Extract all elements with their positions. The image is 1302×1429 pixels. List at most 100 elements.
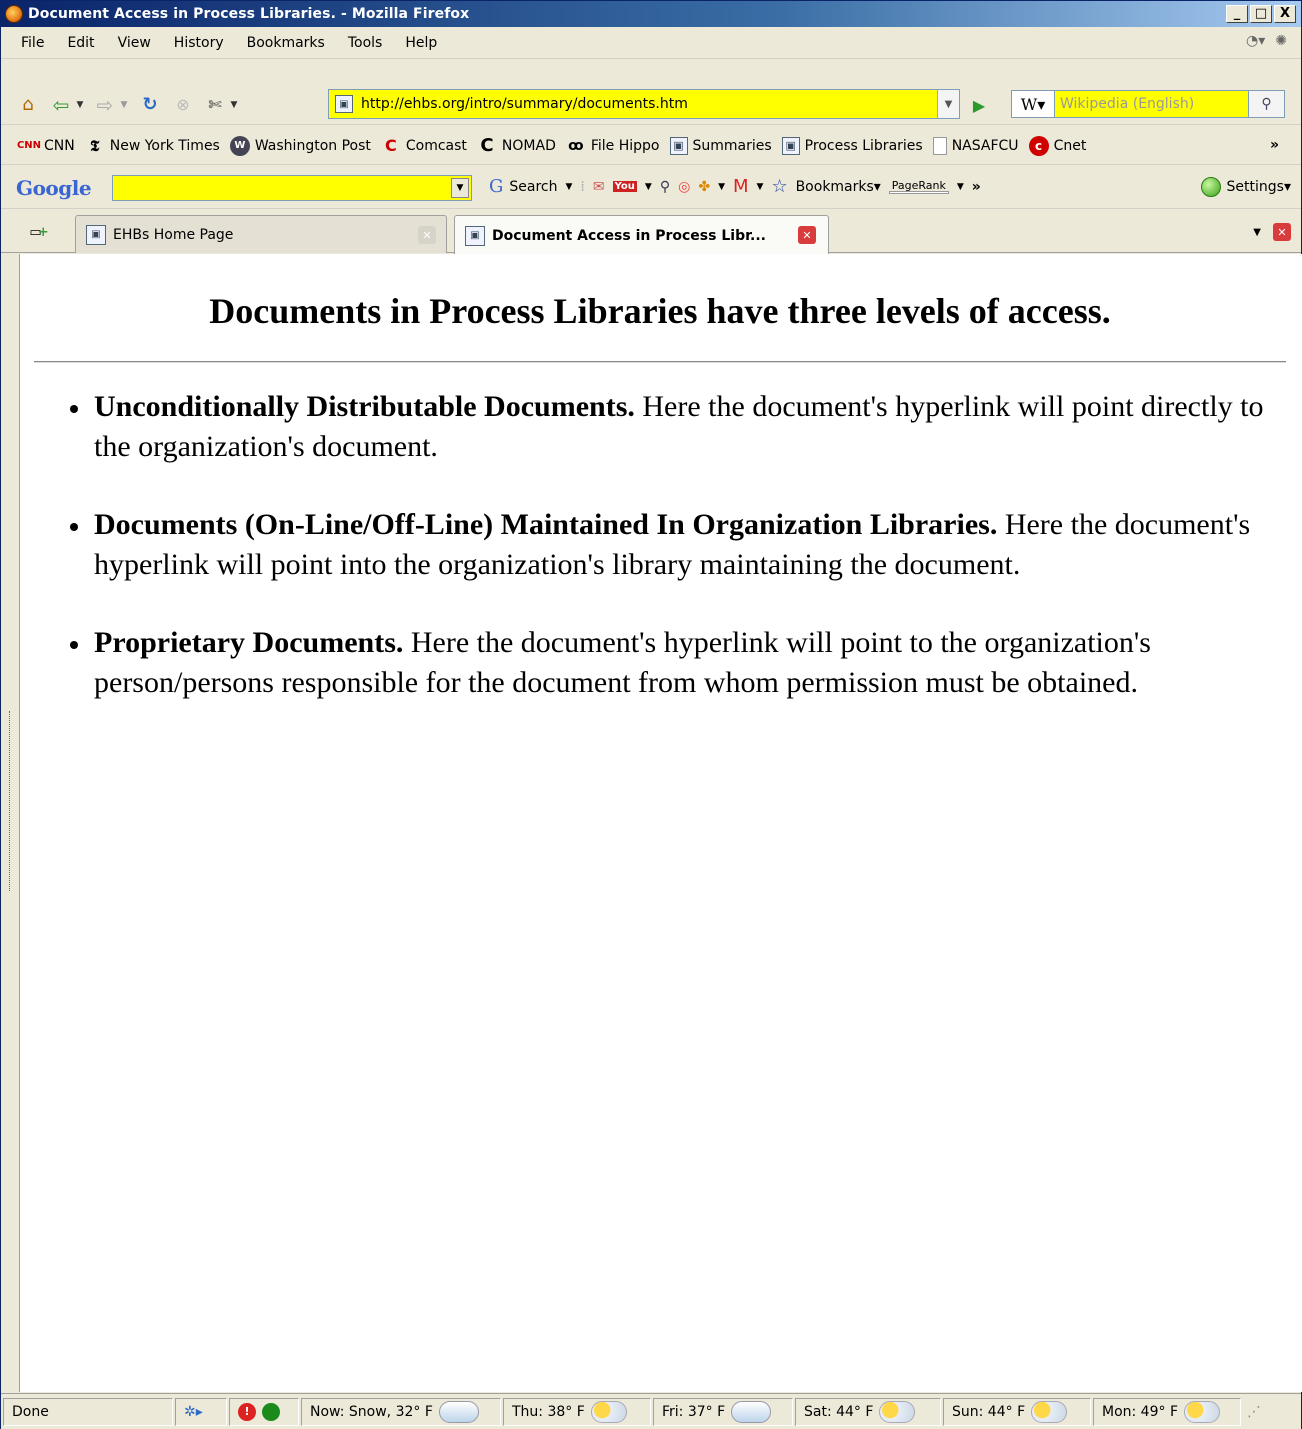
forward-history-dropdown[interactable]: ▼ xyxy=(117,92,131,118)
addon-status-icon[interactable]: ✲▸ xyxy=(175,1397,227,1426)
weather-thu[interactable]: Thu: 38° F xyxy=(503,1397,651,1426)
menu-tools[interactable]: Tools xyxy=(348,35,383,51)
menu-edit[interactable]: Edit xyxy=(67,35,94,51)
maximize-button[interactable]: □ xyxy=(1250,5,1272,23)
stop-icon[interactable]: ⊗ xyxy=(171,92,195,118)
settings-button[interactable]: Settings ▾ xyxy=(1200,177,1291,197)
go-button[interactable]: ▶ xyxy=(965,93,993,117)
youtube-dropdown[interactable]: ▼ xyxy=(645,182,652,192)
news-icon[interactable]: ✉ xyxy=(593,179,605,195)
page-icon: ▣ xyxy=(781,136,800,155)
spiral-icon[interactable]: ◎ xyxy=(678,179,690,195)
bookmarks-overflow-button[interactable]: » xyxy=(1270,137,1279,153)
menu-file[interactable]: File xyxy=(21,35,44,51)
snow-cloud-icon xyxy=(438,1400,479,1423)
partly-sunny-icon xyxy=(1184,1400,1221,1423)
wikipedia-engine-icon[interactable]: W▾ xyxy=(1011,90,1055,118)
weather-fri[interactable]: Fri: 37° F xyxy=(653,1397,793,1426)
puzzle-icon[interactable]: ✤ xyxy=(698,179,710,195)
pagerank-indicator[interactable]: PageRank xyxy=(888,180,949,194)
menu-help[interactable]: Help xyxy=(405,35,437,51)
back-history-dropdown[interactable]: ▼ xyxy=(73,92,87,118)
reload-icon[interactable]: ↻ xyxy=(137,92,163,118)
access-levels-list: Unconditionally Distributable Documents.… xyxy=(70,387,1294,741)
pagerank-dropdown[interactable]: ▼ xyxy=(957,182,964,192)
alert-icon[interactable]: ! xyxy=(238,1402,256,1421)
sidebar-grip[interactable] xyxy=(9,711,15,891)
google-bookmarks-button[interactable]: Bookmarks ▾ xyxy=(796,179,881,195)
home-icon[interactable]: ⌂ xyxy=(15,92,41,118)
online-status-icon[interactable] xyxy=(262,1402,280,1421)
browser-window: Document Access in Process Libraries. - … xyxy=(0,0,1302,1429)
google-search-dropdown[interactable]: ▼ xyxy=(451,178,469,198)
status-text: Done xyxy=(3,1397,173,1426)
bookmark-nomad[interactable]: C NOMAD xyxy=(477,135,556,156)
resize-grip-icon[interactable]: ⋰ xyxy=(1247,1404,1261,1420)
title-bar: Document Access in Process Libraries. - … xyxy=(1,1,1301,27)
google-logo[interactable]: Google xyxy=(16,176,92,200)
bookmark-wapo[interactable]: W Washington Post xyxy=(229,135,371,156)
bookmark-filehippo[interactable]: ꝏ File Hippo xyxy=(566,136,659,156)
bookmark-summaries[interactable]: ▣ Summaries xyxy=(669,136,772,155)
rain-cloud-icon xyxy=(731,1400,772,1423)
google-toolbar: Google ▼ G Search ▼ ⁞ ✉ You ▼ ⚲ ◎ ✤ ▼ M ▼… xyxy=(1,167,1301,209)
menu-bar: File Edit View History Bookmarks Tools H… xyxy=(1,27,1301,59)
bookmark-nyt[interactable]: 𝕿 New York Times xyxy=(85,136,220,156)
bookmark-process-libraries[interactable]: ▣ Process Libraries xyxy=(781,136,923,155)
url-bar[interactable]: ▣ http://ehbs.org/intro/summary/document… xyxy=(328,89,960,119)
close-tab-icon[interactable]: ✕ xyxy=(418,226,436,244)
menu-bookmarks[interactable]: Bookmarks xyxy=(247,35,325,51)
tab-strip: ▭ + ▣ EHBs Home Page ✕ ▣ Document Access … xyxy=(1,211,1301,255)
gmail-icon[interactable]: M xyxy=(733,176,749,197)
google-toolbar-overflow[interactable]: » xyxy=(972,179,981,195)
tab-document-access[interactable]: ▣ Document Access in Process Libr... ✕ xyxy=(454,215,829,255)
weather-mon[interactable]: Mon: 49° F xyxy=(1093,1397,1241,1426)
item-title: Proprietary Documents. xyxy=(94,626,404,659)
addon-dropdown[interactable]: ▼ xyxy=(227,92,241,118)
search-dropdown[interactable]: ▼ xyxy=(566,182,573,192)
close-tab-icon[interactable]: ✕ xyxy=(798,226,816,244)
cnet-icon: c xyxy=(1028,135,1049,156)
star-bookmark-icon[interactable]: ☆ xyxy=(771,176,787,197)
tab-favicon-icon: ▣ xyxy=(86,224,106,245)
close-current-tab-icon[interactable]: ✕ xyxy=(1273,223,1291,241)
forward-button[interactable]: ⇨ xyxy=(93,92,117,118)
weather-sat[interactable]: Sat: 44° F xyxy=(795,1397,941,1426)
youtube-icon[interactable]: You xyxy=(612,181,637,192)
weather-now[interactable]: Now: Snow, 32° F xyxy=(301,1397,501,1426)
google-search-button[interactable]: G Search xyxy=(489,176,558,197)
weather-sun[interactable]: Sun: 44° F xyxy=(943,1397,1091,1426)
menu-history[interactable]: History xyxy=(174,35,224,51)
back-button[interactable]: ⇦ xyxy=(49,92,73,118)
partly-sunny-icon xyxy=(879,1400,916,1423)
filehippo-icon: ꝏ xyxy=(568,137,584,154)
list-item: Unconditionally Distributable Documents.… xyxy=(70,387,1294,467)
item-title: Documents (On-Line/Off-Line) Maintained … xyxy=(94,508,998,541)
horizontal-rule xyxy=(34,361,1286,363)
bookmark-nasafcu[interactable]: NASAFCU xyxy=(932,136,1019,155)
bookmark-cnet[interactable]: c Cnet xyxy=(1028,135,1086,156)
page-icon: ▣ xyxy=(669,136,688,155)
url-text[interactable]: http://ehbs.org/intro/summary/documents.… xyxy=(361,96,688,112)
tab-ehbs-home[interactable]: ▣ EHBs Home Page ✕ xyxy=(75,215,447,253)
gmail-dropdown[interactable]: ▼ xyxy=(757,182,764,192)
search-icon[interactable]: ⚲ xyxy=(1249,90,1285,118)
tab-list-dropdown[interactable]: ▼ xyxy=(1253,227,1261,238)
close-window-button[interactable]: X xyxy=(1274,5,1296,23)
separator-grip-icon: ⁞ xyxy=(580,178,585,195)
menu-view[interactable]: View xyxy=(118,35,151,51)
puzzle-dropdown[interactable]: ▼ xyxy=(718,182,725,192)
addon-status-icon[interactable]: ◔▾ xyxy=(1246,33,1265,49)
new-tab-button[interactable]: ▭ + xyxy=(19,219,59,245)
scissors-addon-icon[interactable]: ✄ xyxy=(203,92,227,118)
bookmark-comcast[interactable]: C Comcast xyxy=(381,136,467,156)
magnifier-icon[interactable]: ⚲ xyxy=(660,179,670,195)
google-search-input[interactable]: ▼ xyxy=(112,175,472,201)
minimize-button[interactable]: _ xyxy=(1226,5,1248,23)
tab-label: EHBs Home Page xyxy=(113,226,234,243)
bookmark-cnn[interactable]: CNN CNN xyxy=(17,136,75,156)
firefox-logo-icon xyxy=(5,5,23,23)
security-status-icons: ! xyxy=(229,1397,299,1426)
url-dropdown[interactable]: ▼ xyxy=(937,90,959,118)
search-input[interactable]: Wikipedia (English) xyxy=(1055,90,1249,118)
